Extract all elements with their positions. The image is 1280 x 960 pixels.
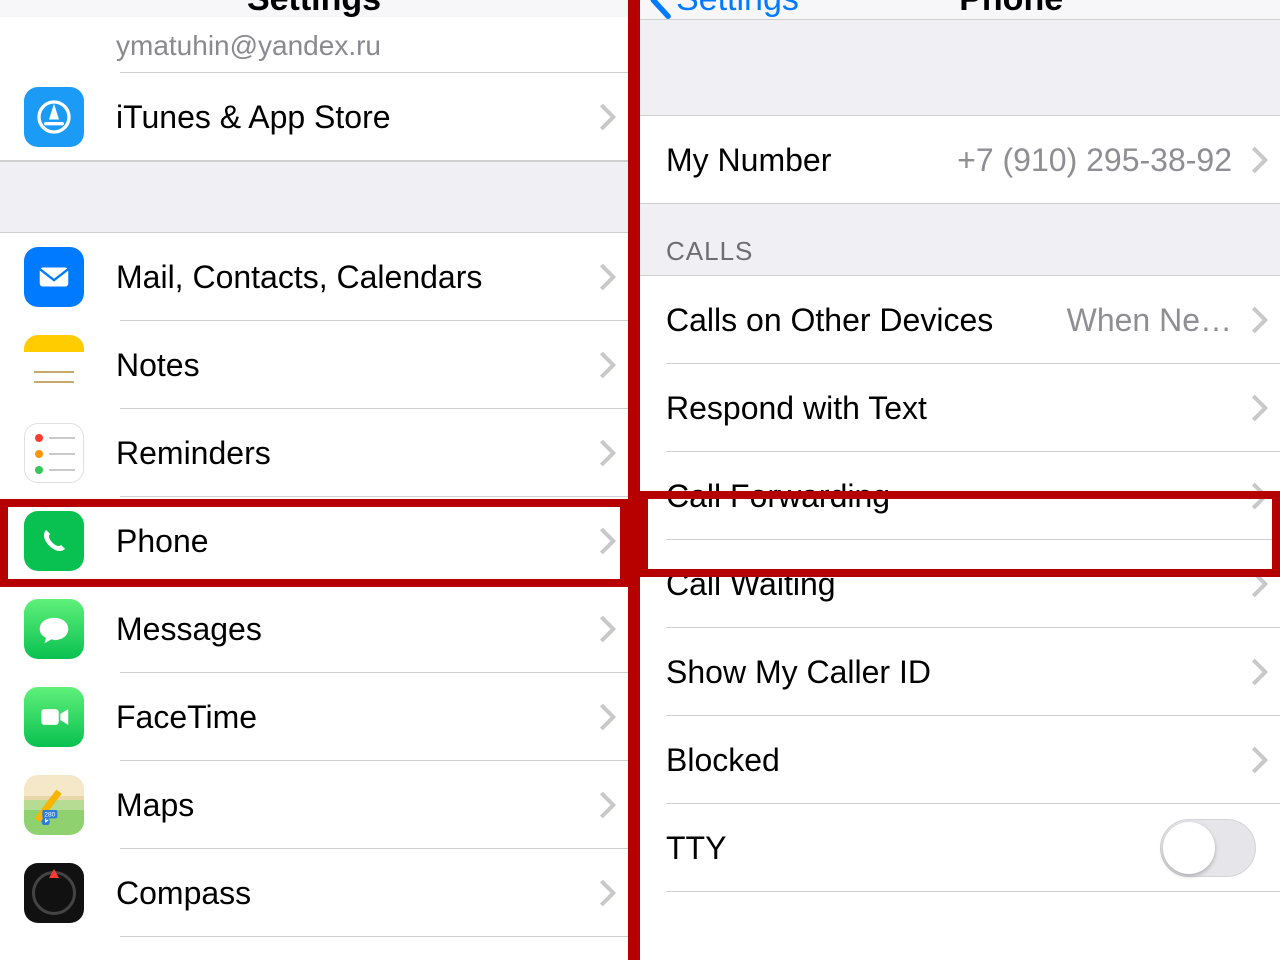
row-label: Calls on Other Devices: [666, 302, 1067, 339]
row-apple-id-email[interactable]: ymatuhin@yandex.ru: [0, 17, 628, 73]
row-label: Reminders: [116, 435, 588, 472]
row-label: Respond with Text: [666, 390, 1240, 427]
row-blocked[interactable]: Blocked: [640, 716, 1280, 804]
row-label: My Number: [666, 142, 957, 179]
facetime-icon: [24, 687, 84, 747]
row-maps[interactable]: 280 Maps: [0, 761, 628, 849]
row-label: iTunes & App Store: [116, 99, 588, 136]
row-label: Compass: [116, 875, 588, 912]
chevron-right-icon: [588, 263, 628, 291]
mail-icon: [24, 247, 84, 307]
group-separator: [0, 161, 628, 233]
chevron-right-icon: [588, 879, 628, 907]
chevron-left-icon: [648, 0, 672, 19]
row-call-forwarding[interactable]: Call Forwarding: [640, 452, 1280, 540]
section-header-calls: CALLS: [640, 204, 1280, 276]
row-notes[interactable]: Notes: [0, 321, 628, 409]
phone-navbar: Settings Phone: [640, 0, 1280, 20]
notes-icon: [24, 335, 84, 395]
row-calls-on-other-devices[interactable]: Calls on Other Devices When Ne…: [640, 276, 1280, 364]
chevron-right-icon: [588, 791, 628, 819]
messages-icon: [24, 599, 84, 659]
row-label: Call Forwarding: [666, 478, 1240, 515]
chevron-right-icon: [588, 103, 628, 131]
row-tty[interactable]: TTY: [640, 804, 1280, 892]
row-label: Show My Caller ID: [666, 654, 1240, 691]
nav-back-label: Settings: [676, 0, 799, 19]
row-respond-with-text[interactable]: Respond with Text: [640, 364, 1280, 452]
apple-id-email: ymatuhin@yandex.ru: [116, 30, 628, 62]
row-mail-contacts-calendars[interactable]: Mail, Contacts, Calendars: [0, 233, 628, 321]
chevron-right-icon: [588, 527, 628, 555]
group-separator: [640, 20, 1280, 116]
nav-back-button[interactable]: Settings: [648, 0, 799, 19]
chevron-right-icon: [1240, 658, 1280, 686]
chevron-right-icon: [1240, 146, 1280, 174]
row-reminders[interactable]: Reminders: [0, 409, 628, 497]
row-compass[interactable]: Compass: [0, 849, 628, 937]
app-store-icon: [24, 87, 84, 147]
reminders-icon: [24, 423, 84, 483]
row-label: Mail, Contacts, Calendars: [116, 259, 588, 296]
row-label: Call Waiting: [666, 566, 1240, 603]
compass-icon: [24, 863, 84, 923]
chevron-right-icon: [1240, 394, 1280, 422]
maps-icon: 280: [24, 775, 84, 835]
row-label: Notes: [116, 347, 588, 384]
my-number-value: +7 (910) 295-38-92: [957, 142, 1240, 179]
section-header-label: CALLS: [666, 236, 753, 267]
row-itunes-app-store[interactable]: iTunes & App Store: [0, 73, 628, 161]
chevron-right-icon: [588, 615, 628, 643]
chevron-right-icon: [1240, 306, 1280, 334]
chevron-right-icon: [1240, 570, 1280, 598]
row-call-waiting[interactable]: Call Waiting: [640, 540, 1280, 628]
row-label: TTY: [666, 830, 1160, 867]
chevron-right-icon: [1240, 746, 1280, 774]
settings-pane: Settings ymatuhin@yandex.ru iTunes & App…: [0, 0, 640, 960]
row-label: Blocked: [666, 742, 1240, 779]
row-my-number[interactable]: My Number +7 (910) 295-38-92: [640, 116, 1280, 204]
row-label: Maps: [116, 787, 588, 824]
phone-settings-pane: Settings Phone My Number +7 (910) 295-38…: [640, 0, 1280, 960]
row-label: FaceTime: [116, 699, 588, 736]
row-messages[interactable]: Messages: [0, 585, 628, 673]
tty-toggle[interactable]: [1160, 819, 1256, 877]
phone-title: Phone: [959, 0, 1063, 19]
row-facetime[interactable]: FaceTime: [0, 673, 628, 761]
chevron-right-icon: [1240, 482, 1280, 510]
row-phone[interactable]: Phone: [0, 497, 628, 585]
row-value: When Ne…: [1067, 302, 1240, 339]
row-label: Messages: [116, 611, 588, 648]
row-label: Phone: [116, 523, 588, 560]
chevron-right-icon: [588, 351, 628, 379]
row-show-my-caller-id[interactable]: Show My Caller ID: [640, 628, 1280, 716]
chevron-right-icon: [588, 703, 628, 731]
phone-icon: [24, 511, 84, 571]
chevron-right-icon: [588, 439, 628, 467]
